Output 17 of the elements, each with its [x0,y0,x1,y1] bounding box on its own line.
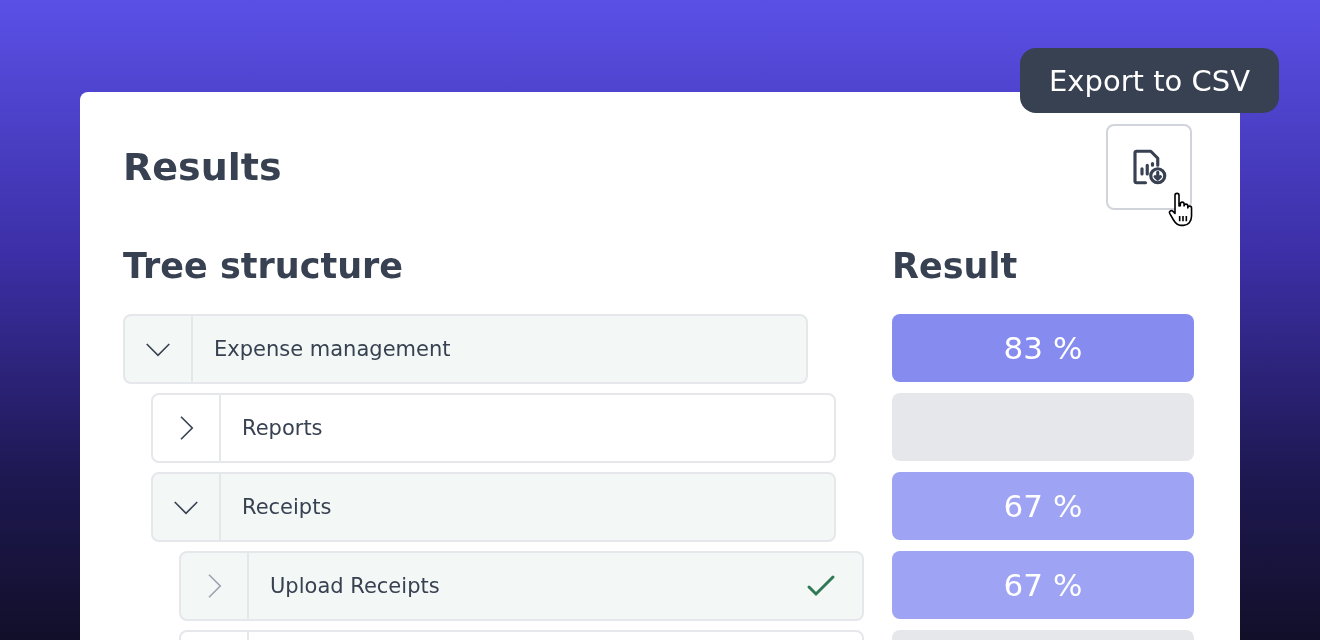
result-value: 83 % [1003,330,1083,366]
tree-row[interactable]: Upload Receipts [179,551,864,621]
result-value: 67 % [1003,488,1083,524]
tree-heading: Tree structure [123,245,405,288]
tree-row[interactable]: Receipts [151,472,836,542]
node-label: Receipts [242,495,333,519]
node-label: Expense management [214,337,452,361]
result-heading: Result [892,245,1019,288]
page-title: Results [123,145,282,189]
export-button[interactable] [1106,124,1192,210]
check-icon [806,574,836,598]
node-label: Upload Receipts [270,574,441,598]
node-label: Reports [242,416,324,440]
tree-row[interactable]: Expense management [123,314,808,384]
result-value: 67 % [1003,567,1083,603]
tooltip: Export to CSV [1020,48,1279,113]
tree-row[interactable]: Reports [151,393,836,463]
